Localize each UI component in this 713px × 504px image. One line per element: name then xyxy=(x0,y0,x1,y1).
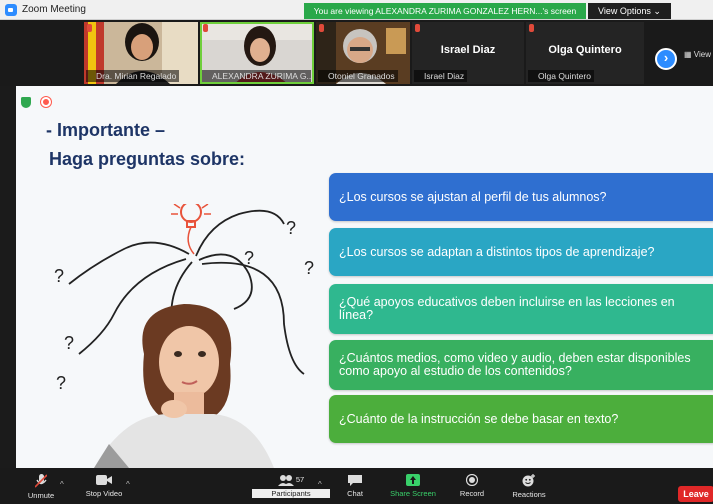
participant-tile[interactable]: Olga Quintero Olga Quintero xyxy=(526,22,644,84)
muted-mic-icon xyxy=(529,24,534,32)
question-box: ¿Cuánto de la instrucción se debe basar … xyxy=(329,395,713,443)
svg-text:?: ? xyxy=(64,333,74,353)
participant-tile[interactable]: ALEXANDRA ZURIMA G... xyxy=(200,22,314,84)
svg-text:?: ? xyxy=(286,218,296,238)
audio-options-chevron-icon[interactable]: ^ xyxy=(60,480,64,489)
participants-label: Participants xyxy=(252,489,330,498)
question-box: ¿Qué apoyos educativos deben incluirse e… xyxy=(329,284,713,334)
title-bar: Zoom Meeting You are viewing ALEXANDRA Z… xyxy=(0,0,713,20)
muted-mic-icon xyxy=(203,24,208,32)
viewing-screen-banner: You are viewing ALEXANDRA ZURIMA GONZALE… xyxy=(304,3,586,19)
share-screen-button[interactable]: Share Screen xyxy=(386,470,440,502)
light-bulb-icon xyxy=(171,204,211,255)
participants-options-chevron-icon[interactable]: ^ xyxy=(318,480,322,489)
chat-button[interactable]: Chat xyxy=(338,470,372,502)
slide-title: - Importante – xyxy=(46,120,166,140)
question-box: ¿Los cursos se adaptan a distintos tipos… xyxy=(329,228,713,276)
video-camera-icon xyxy=(96,475,112,485)
participant-tile[interactable]: Dra. Mirian Regalado xyxy=(84,22,198,84)
participant-name: Olga Quintero xyxy=(528,70,594,82)
stop-video-button[interactable]: Stop Video xyxy=(80,470,128,502)
record-label: Record xyxy=(459,489,485,498)
record-icon xyxy=(466,474,478,486)
muted-mic-icon xyxy=(415,24,420,32)
question-box: ¿Los cursos se ajustan al perfil de tus … xyxy=(329,173,713,221)
stop-video-label: Stop Video xyxy=(85,489,123,498)
share-screen-label: Share Screen xyxy=(390,489,436,498)
chat-bubble-icon xyxy=(348,475,362,486)
reactions-label: Reactions xyxy=(512,490,546,499)
svg-text:?: ? xyxy=(304,258,314,278)
chat-label: Chat xyxy=(347,489,363,498)
unmute-label: Unmute xyxy=(27,491,55,500)
participant-name: ALEXANDRA ZURIMA G... xyxy=(202,70,312,82)
share-screen-icon xyxy=(406,474,420,486)
participant-name: Otoniel Granados xyxy=(318,70,398,82)
video-options-chevron-icon[interactable]: ^ xyxy=(126,480,130,489)
reactions-button[interactable]: Reactions xyxy=(506,470,552,502)
participant-display-name: Olga Quintero xyxy=(548,44,622,56)
participant-name: Dra. Mirian Regalado xyxy=(86,70,180,82)
svg-text:?: ? xyxy=(54,266,64,286)
participant-tile[interactable]: Israel Diaz Israel Diaz xyxy=(412,22,524,84)
zoom-app-icon xyxy=(5,4,17,16)
side-view-label: View xyxy=(693,50,711,59)
smiley-icon xyxy=(522,474,535,487)
leave-button[interactable]: Leave xyxy=(678,486,713,502)
window-title: Zoom Meeting xyxy=(22,4,86,15)
view-options-button[interactable]: View Options ⌄ xyxy=(588,3,671,19)
participants-count: 57 xyxy=(295,474,305,484)
participant-name: Israel Diaz xyxy=(414,70,468,82)
participant-strip: Dra. Mirian Regalado ALEXANDRA ZURIMA G.… xyxy=(0,20,713,86)
next-page-arrow-icon[interactable]: › xyxy=(655,48,677,70)
muted-mic-icon xyxy=(87,24,92,32)
meeting-toolbar: Unmute ^ Stop Video ^ 57 Participants ^ … xyxy=(0,468,713,504)
participants-icon xyxy=(277,475,294,486)
record-button[interactable]: Record xyxy=(452,470,492,502)
question-box: ¿Cuántos medios, como video y audio, deb… xyxy=(329,340,713,390)
thinking-woman-illustration: ? ? ? ? ? ? xyxy=(54,204,314,468)
recording-icon xyxy=(41,97,51,107)
muted-mic-icon xyxy=(319,24,324,32)
participant-tile[interactable]: Otoniel Granados xyxy=(316,22,410,84)
shared-screen: - Importante – Haga preguntas sobre: ? ?… xyxy=(16,86,713,468)
muted-mic-icon xyxy=(35,474,47,488)
slide-subtitle: Haga preguntas sobre: xyxy=(49,149,246,169)
unmute-button[interactable]: Unmute xyxy=(20,470,62,502)
zoom-window: Zoom Meeting You are viewing ALEXANDRA Z… xyxy=(0,0,713,504)
svg-text:?: ? xyxy=(244,248,254,268)
encryption-shield-icon[interactable] xyxy=(21,97,31,108)
svg-text:?: ? xyxy=(56,373,66,393)
participant-display-name: Israel Diaz xyxy=(440,44,496,56)
side-view-toggle[interactable]: ▦ View xyxy=(684,50,711,59)
